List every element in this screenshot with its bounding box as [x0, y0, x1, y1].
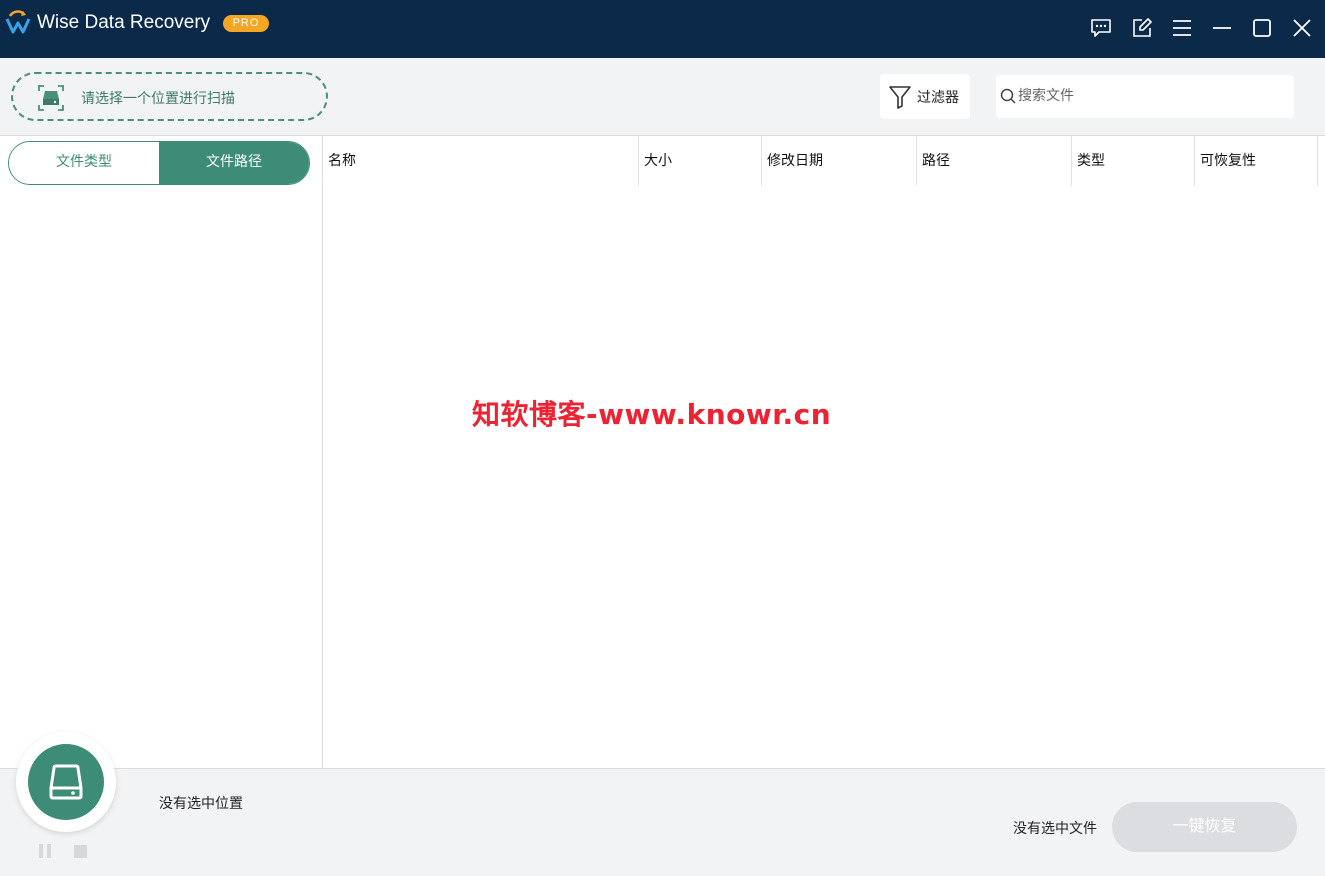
menu-button[interactable]	[1169, 14, 1195, 42]
location-status: 没有选中位置	[159, 796, 243, 812]
pause-icon	[47, 844, 51, 858]
menu-icon	[1173, 20, 1191, 36]
column-header-recoverability[interactable]: 可恢复性	[1195, 136, 1317, 186]
tab-file-path[interactable]: 文件路径	[159, 142, 309, 184]
tab-file-type[interactable]: 文件类型	[9, 142, 159, 184]
filter-label: 过滤器	[917, 90, 959, 106]
column-separator[interactable]	[1317, 136, 1318, 186]
close-icon	[1293, 19, 1311, 37]
minimize-icon	[1213, 27, 1231, 29]
column-header-name[interactable]: 名称	[323, 136, 638, 186]
view-mode-toggle: 文件类型 文件路径	[8, 141, 310, 185]
divider	[0, 768, 1325, 769]
file-list-panel	[323, 136, 1325, 768]
sidebar-panel	[0, 136, 322, 768]
minimize-button[interactable]	[1209, 14, 1235, 42]
disk-badge	[28, 744, 104, 820]
one-click-recover-button[interactable]: 一键恢复	[1112, 802, 1297, 852]
edit-icon	[1133, 18, 1152, 37]
maximize-icon	[1253, 19, 1271, 37]
file-selection-status: 没有选中文件	[1013, 821, 1097, 837]
column-header-modified-date[interactable]: 修改日期	[762, 136, 916, 186]
hard-drive-icon	[49, 764, 83, 800]
search-input[interactable]	[1018, 86, 1278, 106]
maximize-button[interactable]	[1249, 14, 1275, 42]
drive-scan-icon	[38, 85, 64, 111]
pro-badge: PRO	[223, 15, 269, 32]
app-title: Wise Data Recovery	[37, 12, 211, 33]
select-scan-location-button[interactable]: 请选择一个位置进行扫描	[11, 72, 328, 121]
watermark-text: 知软博客-www.knowr.cn	[472, 398, 832, 431]
close-button[interactable]	[1289, 14, 1315, 42]
edit-button[interactable]	[1129, 14, 1155, 42]
filter-icon	[889, 86, 911, 109]
title-bar: Wise Data Recovery PRO	[0, 0, 1325, 58]
search-box	[996, 75, 1294, 118]
feedback-button[interactable]	[1088, 14, 1114, 42]
pause-button[interactable]	[39, 844, 51, 858]
selected-location-indicator[interactable]	[16, 732, 116, 832]
column-header-size[interactable]: 大小	[639, 136, 761, 186]
feedback-icon	[1091, 19, 1111, 37]
column-header-type[interactable]: 类型	[1072, 136, 1194, 186]
column-header-path[interactable]: 路径	[917, 136, 1071, 186]
stop-button[interactable]	[74, 845, 87, 858]
pause-icon	[39, 844, 43, 858]
filter-button[interactable]: 过滤器	[880, 74, 970, 119]
search-icon	[1000, 88, 1016, 104]
app-logo-icon	[5, 10, 31, 34]
scan-location-label: 请选择一个位置进行扫描	[81, 91, 235, 107]
